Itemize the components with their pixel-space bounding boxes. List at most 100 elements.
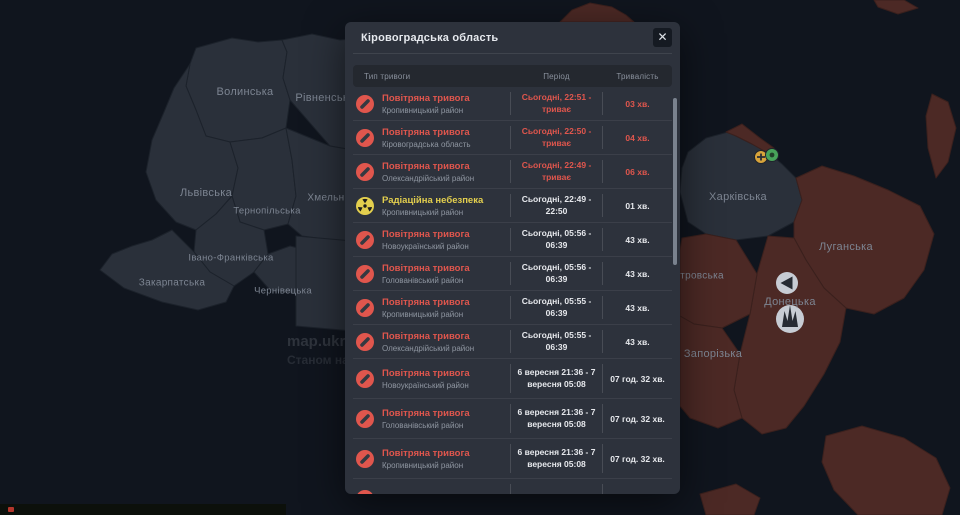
alert-district-label: Новоукраїнський район (382, 242, 510, 251)
alert-period: Сьогодні, 05:56 - 06:39 (510, 228, 603, 251)
alert-row: Повітряна тривога Олександрійський район… (353, 324, 672, 358)
alert-row: Повітряна тривога Кропивницький район Сь… (353, 87, 672, 120)
air-alert-icon (356, 333, 374, 351)
alert-period: Сьогодні, 22:50 - триває (510, 126, 603, 149)
alert-period: Сьогодні, 22:51 - триває (510, 92, 603, 115)
alert-district-label: Олександрійський район (382, 174, 510, 183)
region-shape-ternopil[interactable] (230, 128, 296, 230)
column-header-duration: Тривалість (603, 72, 672, 81)
alert-icon-wrap (356, 265, 374, 283)
alert-district-label: Кропивницький район (382, 106, 510, 115)
region-shape-dnipro[interactable] (680, 234, 757, 328)
region-shape-zaporizhzhia[interactable] (680, 316, 742, 428)
alert-row: Повітряна тривога Кропивницький район 6 … (353, 438, 672, 478)
alert-period: 6 вересня 21:36 - 7 вересня 05:08 (510, 364, 603, 393)
alert-district-label: Кропивницький район (382, 310, 510, 319)
alert-icon-wrap (356, 197, 374, 215)
alert-type-cell: Повітряна тривога Кропивницький район (382, 93, 510, 115)
air-alert-icon (356, 299, 374, 317)
air-alert-icon (356, 450, 374, 468)
alert-type-cell: Повітряна тривога Кропивницький район (382, 297, 510, 319)
marker-green-icon (766, 149, 779, 162)
region-shape-kharkiv[interactable] (680, 132, 802, 240)
alert-type-cell: Повітряна тривога Кропивницький район (382, 448, 510, 470)
scrollbar-thumb[interactable] (673, 98, 677, 265)
alert-district-label: Голованівський район (382, 421, 510, 430)
alert-row: Повітряна тривога Новоукраїнський район … (353, 222, 672, 256)
alert-icon-wrap (356, 231, 374, 249)
alert-icon-wrap (356, 95, 374, 113)
air-alert-icon (356, 410, 374, 428)
alert-district-label: Голованівський район (382, 276, 510, 285)
alert-type-cell: Повітряна тривога Новоукраїнський район (382, 368, 510, 390)
alert-type-cell: Повітряна тривога Голованівський район (382, 263, 510, 285)
alert-type-label: Повітряна тривога (382, 297, 510, 308)
alert-duration: 07 год. 32 хв. (603, 414, 672, 424)
alert-duration: 07 год. 32 хв. (603, 374, 672, 384)
alert-period: Сьогодні, 22:49 - 22:50 (510, 194, 603, 217)
alert-type-label: Повітряна тривога (382, 368, 510, 379)
alert-period: Сьогодні, 05:55 - 06:39 (510, 296, 603, 319)
air-alert-icon (356, 265, 374, 283)
air-alert-icon (356, 370, 374, 388)
alert-type-cell: Радіаційна небезпека Кропивницький район (382, 195, 510, 217)
alert-duration: 01 хв. (603, 201, 672, 211)
alert-modal: Кіровоградська область ✕ Тип тривоги Пер… (345, 22, 680, 494)
app-root: ВолинськаРівненськаЛьвівськаТернопільськ… (0, 0, 960, 515)
alert-duration: 43 хв. (603, 337, 672, 347)
alert-row: Повітряна тривога Кропивницький район Сь… (353, 290, 672, 324)
alert-type-label: Повітряна тривога (382, 263, 510, 274)
alert-row: Повітряна тривога Кіровоградська область… (353, 120, 672, 154)
shelling-icon (776, 305, 804, 333)
alert-icon-wrap (356, 129, 374, 147)
alert-district-label: Кропивницький район (382, 208, 510, 217)
alert-district-label: Кіровоградська область (382, 140, 510, 149)
alert-icon-wrap (356, 490, 374, 495)
alert-icon-wrap (356, 450, 374, 468)
alert-period: Сьогодні, 22:49 - триває (510, 160, 603, 183)
alert-district-label: Кропивницький район (382, 461, 510, 470)
alert-rows: Повітряна тривога Кропивницький район Сь… (353, 87, 672, 494)
table-header: Тип тривоги Період Тривалість (353, 65, 672, 87)
air-alert-icon (356, 490, 374, 495)
direction-arrow-icon (776, 272, 798, 294)
alert-duration: 03 хв. (603, 99, 672, 109)
air-alert-icon (356, 95, 374, 113)
alert-type-label: Повітряна тривога (382, 448, 510, 459)
alert-type-cell: Повітряна тривога Кіровоградська область (382, 127, 510, 149)
alert-type-label: Повітряна тривога (382, 331, 510, 342)
alert-type-label: Повітряна тривога (382, 161, 510, 172)
alert-icon-wrap (356, 333, 374, 351)
alert-row: Повітряна тривога Голованівський район 6… (353, 398, 672, 438)
alert-type-cell: Повітряна тривога Новоукраїнський район (382, 229, 510, 251)
alert-duration: 07 год. 32 хв. (603, 454, 672, 464)
alert-period: 6 вересня 21:36 - 7 вересня 05:08 (510, 404, 603, 433)
alert-period (510, 484, 603, 494)
alert-icon-wrap (356, 410, 374, 428)
alert-icon-wrap (356, 370, 374, 388)
alert-district-label: Олександрійський район (382, 344, 510, 353)
region-shape-top-north[interactable] (560, 3, 634, 22)
alert-type-label: Радіаційна небезпека (382, 195, 510, 206)
alert-duration: 06 хв. (603, 167, 672, 177)
alert-type-cell: Повітряна тривога Олександрійський район (382, 331, 510, 353)
alert-row: Повітряна тривога Голованівський район С… (353, 256, 672, 290)
air-alert-icon (356, 163, 374, 181)
alert-icon-wrap (356, 299, 374, 317)
region-shape-top-right[interactable] (874, 0, 918, 14)
alert-type-label: Повітряна тривога (382, 408, 510, 419)
close-button[interactable]: ✕ (653, 28, 672, 47)
column-header-type: Тип тривоги (353, 72, 510, 81)
region-shape-south-east[interactable] (822, 426, 950, 515)
alert-duration: 04 хв. (603, 133, 672, 143)
air-alert-icon (356, 231, 374, 249)
bottom-bar (0, 504, 286, 515)
alert-type-cell: Повітряна тривога Голованівський район (382, 408, 510, 430)
modal-header: Кіровоградська область ✕ (353, 22, 672, 54)
alert-period: 6 вересня 21:36 - 7 вересня 05:08 (510, 444, 603, 473)
alert-type-label: Повітряна тривога (382, 93, 510, 104)
region-shape-south[interactable] (700, 484, 760, 515)
alert-type-label: Повітряна тривога (382, 229, 510, 240)
region-shape-east-sliver[interactable] (926, 94, 956, 178)
air-alert-icon (356, 129, 374, 147)
